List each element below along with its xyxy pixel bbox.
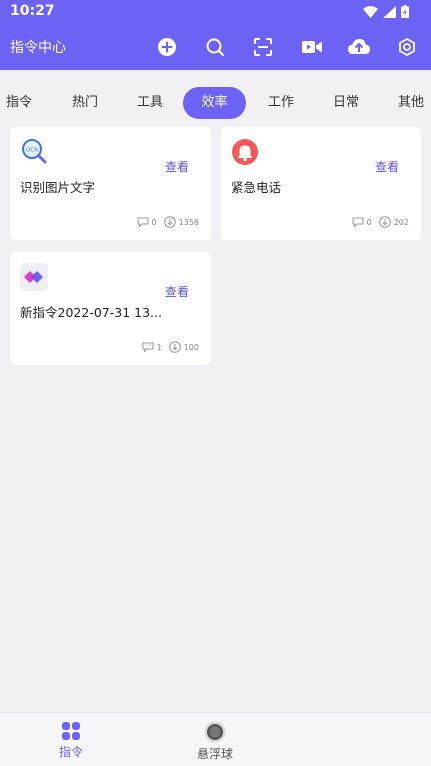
upload-button[interactable] xyxy=(347,35,371,59)
tab-efficiency[interactable]: 效率 xyxy=(183,87,246,119)
tab-popular[interactable]: 热门 xyxy=(57,87,113,119)
tab-work[interactable]: 工作 xyxy=(253,87,309,119)
download-count: 1358 xyxy=(178,217,199,227)
scan-button[interactable] xyxy=(251,35,275,59)
tab-other[interactable]: 其他 xyxy=(388,87,431,119)
download-icon xyxy=(163,216,176,228)
card-stats: 0 202 xyxy=(352,216,409,228)
video-button[interactable] xyxy=(300,35,324,59)
add-icon xyxy=(158,38,176,56)
instruction-card-emergency-call[interactable]: 查看 紧急电话 0 202 xyxy=(221,127,421,240)
card-title: 识别图片文字 xyxy=(20,180,96,195)
ocr-magnifier-icon: OCR xyxy=(22,139,47,164)
download-count: 202 xyxy=(393,217,409,227)
view-link[interactable]: 查看 xyxy=(375,158,399,175)
battery-icon xyxy=(401,5,409,18)
category-tabs: 指令 热门 工具 效率 工作 日常 其他 xyxy=(0,70,431,120)
download-count: 100 xyxy=(183,342,199,352)
card-stats: 1 100 xyxy=(142,341,199,353)
floating-ball-icon xyxy=(204,721,226,743)
signal-icon xyxy=(383,5,396,18)
view-link[interactable]: 查看 xyxy=(165,158,189,175)
comment-count: 0 xyxy=(151,217,157,227)
page-title: 指令中心 xyxy=(10,40,66,56)
add-button[interactable] xyxy=(155,35,179,59)
search-icon xyxy=(206,38,224,56)
svg-text:OCR: OCR xyxy=(26,148,38,154)
video-icon xyxy=(302,41,322,53)
search-button[interactable] xyxy=(203,35,227,59)
card-stats: 0 1358 xyxy=(137,216,199,228)
alarm-bell-icon xyxy=(232,139,258,165)
instruction-card-ocr[interactable]: OCR 查看 识别图片文字 0 1358 xyxy=(10,127,211,240)
scan-icon xyxy=(254,38,272,56)
download-icon xyxy=(378,216,391,228)
nav-item-floating-ball[interactable]: 悬浮球 xyxy=(175,721,255,762)
card-title: 新指令2022-07-31 13... xyxy=(20,305,162,320)
comment-count: 0 xyxy=(366,217,372,227)
app-bar: 指令中心 xyxy=(0,24,431,70)
card-title: 紧急电话 xyxy=(231,180,282,195)
settings-button[interactable] xyxy=(395,35,419,59)
status-time: 10:27 xyxy=(10,3,55,19)
tab-instructions[interactable]: 指令 xyxy=(0,87,40,119)
wifi-icon xyxy=(363,5,378,18)
grid-icon xyxy=(62,722,80,740)
nav-label: 指令 xyxy=(58,745,83,759)
comment-icon xyxy=(137,217,149,227)
tab-tools[interactable]: 工具 xyxy=(122,87,178,119)
tab-daily[interactable]: 日常 xyxy=(318,87,374,119)
status-icons xyxy=(363,5,409,18)
view-link[interactable]: 查看 xyxy=(165,283,189,300)
nav-item-instructions[interactable]: 指令 xyxy=(31,721,111,760)
upload-cloud-icon xyxy=(348,39,370,54)
bottom-nav: 指令 悬浮球 xyxy=(0,712,431,766)
download-icon xyxy=(168,341,181,353)
settings-icon xyxy=(399,38,415,56)
nav-label: 悬浮球 xyxy=(196,747,233,761)
app-logo-icon xyxy=(20,263,48,291)
comment-count: 1 xyxy=(156,342,162,352)
comment-icon xyxy=(352,217,364,227)
instruction-card-new[interactable]: 查看 新指令2022-07-31 13... 1 100 xyxy=(10,252,211,365)
status-bar: 10:27 xyxy=(0,0,431,24)
comment-icon xyxy=(142,342,154,352)
